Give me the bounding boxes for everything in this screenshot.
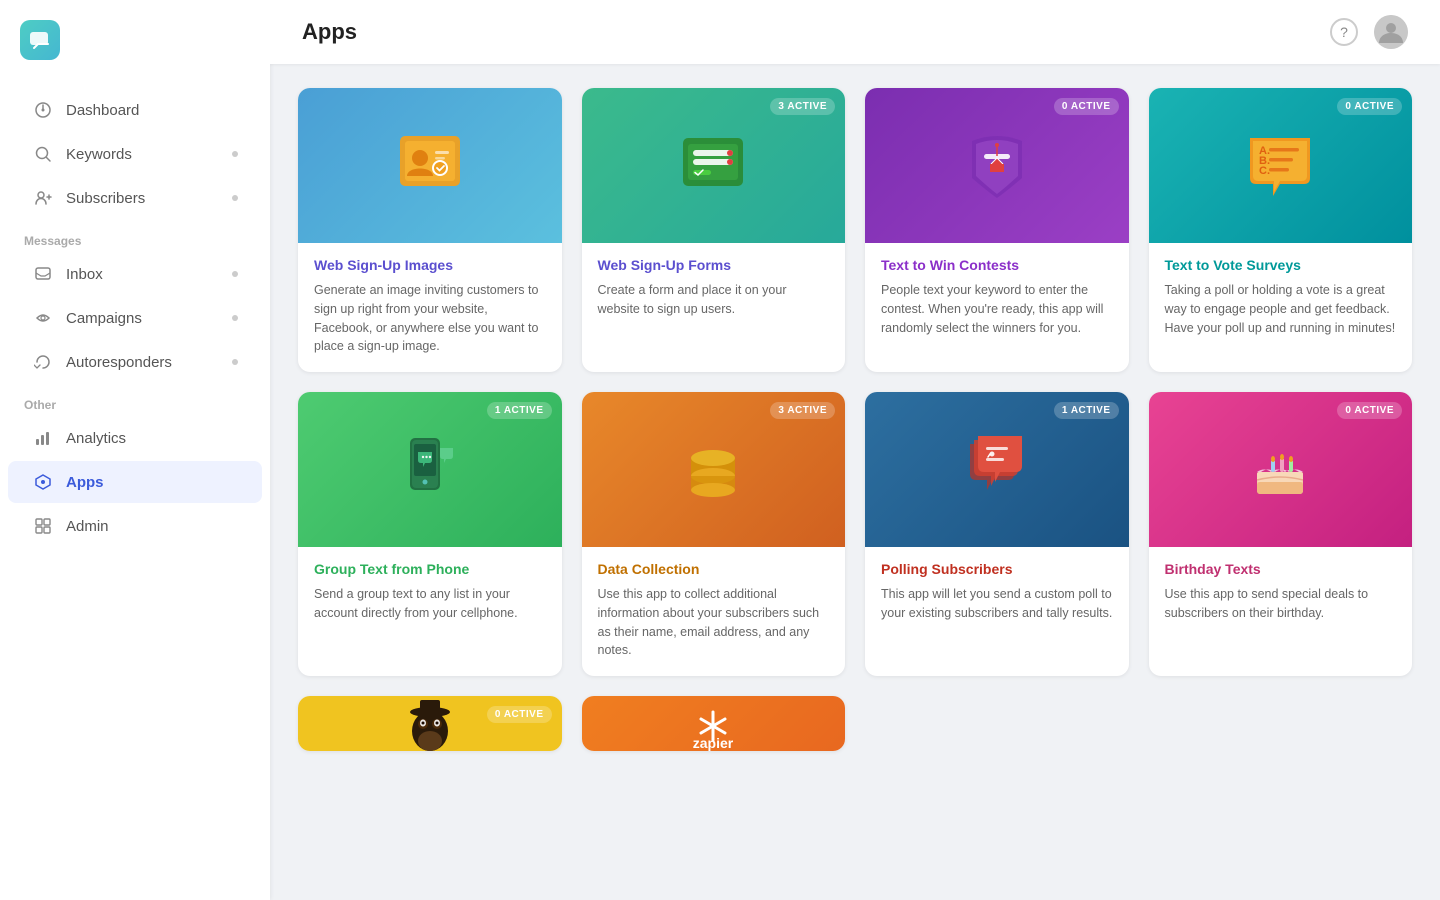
app-card-body: Web Sign-Up Images Generate an image inv… <box>298 243 562 372</box>
app-card-body: Group Text from Phone Send a group text … <box>298 547 562 639</box>
apps-icon <box>32 471 54 493</box>
app-card-image: 3 ACTIVE <box>582 88 846 243</box>
logo-icon <box>20 20 60 60</box>
help-button[interactable]: ? <box>1330 18 1358 46</box>
app-card-group-text[interactable]: 1 ACTIVE <box>298 392 562 676</box>
app-card-desc: This app will let you send a custom poll… <box>881 585 1113 623</box>
apps-grid: Web Sign-Up Images Generate an image inv… <box>298 88 1412 751</box>
app-card-badge: 0 ACTIVE <box>1054 98 1119 115</box>
app-card-title: Birthday Texts <box>1165 561 1397 577</box>
dashboard-label: Dashboard <box>66 102 139 119</box>
app-card-polling[interactable]: 1 ACTIVE <box>865 392 1129 676</box>
app-card-image: zapier <box>582 696 846 751</box>
app-card-desc: Taking a poll or holding a vote is a gre… <box>1165 281 1397 337</box>
app-card-web-signup-images[interactable]: Web Sign-Up Images Generate an image inv… <box>298 88 562 372</box>
sidebar-item-admin[interactable]: Admin <box>8 505 262 547</box>
app-card-title: Text to Vote Surveys <box>1165 257 1397 273</box>
app-card-title: Text to Win Contests <box>881 257 1113 273</box>
autoresponders-label: Autoresponders <box>66 354 172 371</box>
sidebar-item-dashboard[interactable]: Dashboard <box>8 89 262 131</box>
app-card-body: Web Sign-Up Forms Create a form and plac… <box>582 243 846 335</box>
keywords-icon <box>32 143 54 165</box>
sidebar-item-apps[interactable]: Apps <box>8 461 262 503</box>
app-card-badge: 1 ACTIVE <box>487 402 552 419</box>
app-card-title: Group Text from Phone <box>314 561 546 577</box>
app-card-image: 0 ACTIVE A. B. C. <box>1149 88 1413 243</box>
inbox-label: Inbox <box>66 266 103 283</box>
app-card-badge: 3 ACTIVE <box>770 98 835 115</box>
app-card-desc: Generate an image inviting customers to … <box>314 281 546 356</box>
app-card-badge: 0 ACTIVE <box>1337 98 1402 115</box>
app-card-image: 1 ACTIVE <box>298 392 562 547</box>
autoresponders-icon <box>32 351 54 373</box>
app-card-body: Text to Vote Surveys Taking a poll or ho… <box>1149 243 1413 353</box>
app-card-badge: 3 ACTIVE <box>770 402 835 419</box>
app-card-badge: 0 ACTIVE <box>487 706 552 723</box>
inbox-dot <box>232 271 238 277</box>
sidebar: Dashboard Keywords Subscribers Messages <box>0 0 270 900</box>
campaigns-icon <box>32 307 54 329</box>
sidebar-item-autoresponders[interactable]: Autoresponders <box>8 341 262 383</box>
svg-text:C.: C. <box>1259 165 1270 177</box>
app-card-image <box>298 88 562 243</box>
autoresponders-dot <box>232 359 238 365</box>
app-card-title: Data Collection <box>598 561 830 577</box>
messages-section-label: Messages <box>0 220 270 252</box>
app-card-desc: Use this app to collect additional infor… <box>598 585 830 660</box>
subscribers-icon <box>32 187 54 209</box>
app-card-image: 0 ACTIVE <box>298 696 562 751</box>
app-card-data-collection[interactable]: 3 ACTIVE Data Collection <box>582 392 846 676</box>
app-card-body: Birthday Texts Use this app to send spec… <box>1149 547 1413 639</box>
admin-icon <box>32 515 54 537</box>
app-card-desc: People text your keyword to enter the co… <box>881 281 1113 337</box>
app-card-image: 3 ACTIVE <box>582 392 846 547</box>
inbox-icon <box>32 263 54 285</box>
main-content: Apps ? <box>270 0 1440 900</box>
app-card-body: Polling Subscribers This app will let yo… <box>865 547 1129 639</box>
app-card-chimp[interactable]: 0 ACTIVE <box>298 696 562 751</box>
analytics-icon <box>32 427 54 449</box>
apps-content: Web Sign-Up Images Generate an image inv… <box>270 64 1440 900</box>
header: Apps ? <box>270 0 1440 64</box>
sidebar-item-subscribers[interactable]: Subscribers <box>8 177 262 219</box>
app-card-title: Web Sign-Up Images <box>314 257 546 273</box>
app-card-zapier[interactable]: zapier <box>582 696 846 751</box>
campaigns-dot <box>232 315 238 321</box>
apps-label: Apps <box>66 474 104 491</box>
dashboard-icon <box>32 99 54 121</box>
app-card-title: Polling Subscribers <box>881 561 1113 577</box>
app-card-body: Text to Win Contests People text your ke… <box>865 243 1129 353</box>
analytics-label: Analytics <box>66 430 126 447</box>
sidebar-item-keywords[interactable]: Keywords <box>8 133 262 175</box>
sidebar-item-inbox[interactable]: Inbox <box>8 253 262 295</box>
avatar[interactable] <box>1374 15 1408 49</box>
app-card-desc: Send a group text to any list in your ac… <box>314 585 546 623</box>
other-section-label: Other <box>0 384 270 416</box>
sidebar-item-campaigns[interactable]: Campaigns <box>8 297 262 339</box>
app-card-desc: Create a form and place it on your websi… <box>598 281 830 319</box>
app-card-body: Data Collection Use this app to collect … <box>582 547 846 676</box>
campaigns-label: Campaigns <box>66 310 142 327</box>
admin-label: Admin <box>66 518 109 535</box>
app-card-badge: 0 ACTIVE <box>1337 402 1402 419</box>
app-card-text-to-win[interactable]: 0 ACTIVE Text to Wi <box>865 88 1129 372</box>
header-actions: ? <box>1330 15 1408 49</box>
app-card-image: 1 ACTIVE <box>865 392 1129 547</box>
sidebar-item-analytics[interactable]: Analytics <box>8 417 262 459</box>
page-title: Apps <box>302 19 357 45</box>
app-card-web-signup-forms[interactable]: 3 ACTIVE <box>582 88 846 372</box>
app-card-text-to-vote[interactable]: 0 ACTIVE A. B. C. <box>1149 88 1413 372</box>
subscribers-dot <box>232 195 238 201</box>
app-card-desc: Use this app to send special deals to su… <box>1165 585 1397 623</box>
app-card-birthday[interactable]: 0 ACTIVE <box>1149 392 1413 676</box>
keywords-dot <box>232 151 238 157</box>
app-card-badge: 1 ACTIVE <box>1054 402 1119 419</box>
app-card-image: 0 ACTIVE <box>1149 392 1413 547</box>
subscribers-label: Subscribers <box>66 190 145 207</box>
keywords-label: Keywords <box>66 146 132 163</box>
app-card-title: Web Sign-Up Forms <box>598 257 830 273</box>
logo <box>0 20 270 88</box>
app-card-image: 0 ACTIVE <box>865 88 1129 243</box>
svg-text:zapier: zapier <box>693 735 734 751</box>
